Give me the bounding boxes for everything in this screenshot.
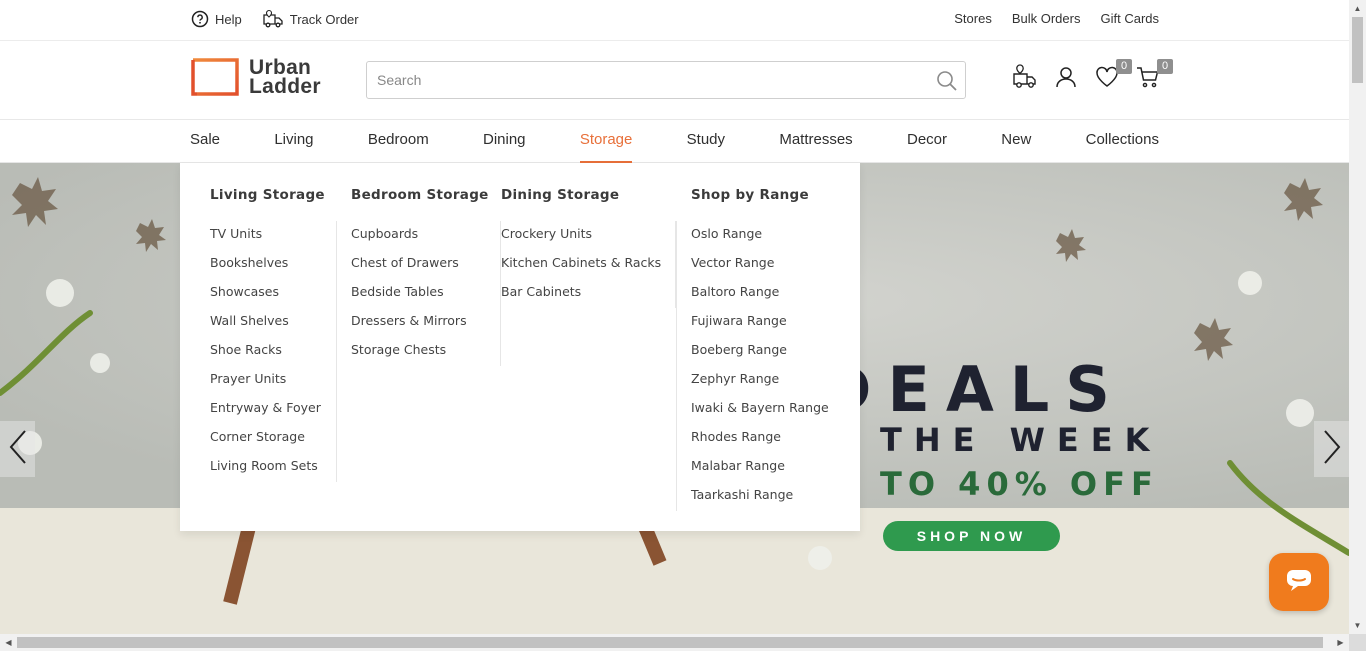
track-order-header-button[interactable] xyxy=(1011,63,1039,96)
shop-now-button[interactable]: SHOP NOW xyxy=(883,521,1060,551)
menu-list-shop-by-range: Oslo Range Vector Range Baltoro Range Fu… xyxy=(676,221,836,511)
menu-item[interactable]: Bar Cabinets xyxy=(501,279,661,308)
menu-item[interactable]: TV Units xyxy=(210,221,322,250)
menu-item[interactable]: Bookshelves xyxy=(210,250,322,279)
chat-widget-button[interactable] xyxy=(1269,553,1329,611)
menu-heading-shop-by-range[interactable]: Shop by Range xyxy=(691,187,809,203)
menu-item[interactable]: Showcases xyxy=(210,279,322,308)
help-label: Help xyxy=(215,11,242,27)
nav-item-bedroom[interactable]: Bedroom xyxy=(368,120,429,163)
page: Help Track Order Stores Bulk Orders Gift… xyxy=(0,0,1349,634)
menu-item[interactable]: Entryway & Foyer xyxy=(210,395,322,424)
user-profile-icon xyxy=(1054,65,1078,94)
horizontal-scroll-thumb[interactable] xyxy=(17,637,1323,648)
menu-item[interactable]: Oslo Range xyxy=(691,221,822,250)
vertical-scrollbar[interactable]: ▲ ▼ xyxy=(1349,0,1366,634)
logo-mark-icon xyxy=(191,58,239,96)
menu-heading-living-storage[interactable]: Living Storage xyxy=(210,187,325,203)
track-order-label: Track Order xyxy=(289,11,359,27)
menu-item[interactable]: Bedside Tables xyxy=(351,279,486,308)
help-link[interactable]: Help xyxy=(191,10,242,28)
cart-button[interactable]: 0 xyxy=(1135,59,1173,93)
hero-headline-deals: DEALS xyxy=(820,353,1126,426)
vertical-scroll-thumb[interactable] xyxy=(1352,17,1363,83)
nav-item-dining[interactable]: Dining xyxy=(483,120,526,163)
top-utility-bar: Help Track Order Stores Bulk Orders Gift… xyxy=(0,0,1349,41)
search-icon[interactable] xyxy=(935,69,959,98)
menu-list-bedroom-storage: Cupboards Chest of Drawers Bedside Table… xyxy=(351,221,501,366)
carousel-prev-button[interactable] xyxy=(0,421,35,477)
menu-item[interactable]: Boeberg Range xyxy=(691,337,822,366)
nav-item-mattresses[interactable]: Mattresses xyxy=(779,120,852,163)
nav-item-study[interactable]: Study xyxy=(687,120,725,163)
wishlist-button[interactable]: 0 xyxy=(1094,59,1132,93)
main-header: Urban Ladder Search 0 0 xyxy=(0,41,1349,120)
nav-item-decor[interactable]: Decor xyxy=(907,120,947,163)
header-icons: 0 0 xyxy=(1011,59,1173,96)
scroll-left-arrow-icon[interactable]: ◀ xyxy=(0,634,17,651)
search-box xyxy=(366,61,966,99)
hero-headline-week: THE WEEK xyxy=(880,421,1162,459)
menu-item[interactable]: Chest of Drawers xyxy=(351,250,486,279)
menu-item[interactable]: Fujiwara Range xyxy=(691,308,822,337)
logo-line-2: Ladder xyxy=(249,75,321,98)
chevron-right-icon xyxy=(1322,429,1342,470)
chat-bubble-icon xyxy=(1285,568,1313,597)
bulk-orders-link[interactable]: Bulk Orders xyxy=(1012,11,1081,26)
logo-wordmark: Urban Ladder xyxy=(249,57,321,98)
nav-item-storage[interactable]: Storage xyxy=(579,120,632,163)
menu-item[interactable]: Prayer Units xyxy=(210,366,322,395)
site-logo[interactable]: Urban Ladder xyxy=(191,57,321,98)
delivery-truck-icon xyxy=(262,9,284,29)
nav-item-collections[interactable]: Collections xyxy=(1086,120,1159,163)
nav-item-living[interactable]: Living xyxy=(274,120,313,163)
menu-heading-dining-storage[interactable]: Dining Storage xyxy=(501,187,619,203)
nav-item-new[interactable]: New xyxy=(1001,120,1031,163)
menu-item[interactable]: Zephyr Range xyxy=(691,366,822,395)
scroll-up-arrow-icon[interactable]: ▲ xyxy=(1349,0,1366,17)
chevron-left-icon xyxy=(8,429,28,470)
track-order-link[interactable]: Track Order xyxy=(262,9,359,29)
scrollbar-corner xyxy=(1349,634,1366,651)
delivery-truck-icon xyxy=(1011,63,1039,96)
menu-item[interactable]: Living Room Sets xyxy=(210,453,322,482)
menu-item[interactable]: Taarkashi Range xyxy=(691,482,822,511)
category-nav: Sale Living Bedroom Dining Storage Study… xyxy=(0,120,1349,163)
scroll-right-arrow-icon[interactable]: ▶ xyxy=(1332,634,1349,651)
account-button[interactable] xyxy=(1053,65,1079,93)
menu-item[interactable]: Corner Storage xyxy=(210,424,322,453)
menu-item[interactable]: Baltoro Range xyxy=(691,279,822,308)
menu-item[interactable]: Shoe Racks xyxy=(210,337,322,366)
menu-list-living-storage: TV Units Bookshelves Showcases Wall Shel… xyxy=(210,221,337,482)
hero-discount-text: TO 40% OFF xyxy=(880,465,1159,503)
help-circle-icon xyxy=(191,10,209,28)
menu-heading-bedroom-storage[interactable]: Bedroom Storage xyxy=(351,187,489,203)
horizontal-scrollbar[interactable]: ◀ ▶ xyxy=(0,634,1349,651)
nav-item-sale[interactable]: Sale xyxy=(190,120,220,163)
menu-item[interactable]: Kitchen Cabinets & Racks xyxy=(501,250,661,279)
gift-cards-link[interactable]: Gift Cards xyxy=(1100,11,1159,26)
menu-item[interactable]: Dressers & Mirrors xyxy=(351,308,486,337)
storage-mega-menu: Living Storage TV Units Bookshelves Show… xyxy=(180,163,860,531)
cart-count-badge: 0 xyxy=(1157,59,1173,74)
wishlist-count-badge: 0 xyxy=(1116,59,1132,74)
menu-item[interactable]: Iwaki & Bayern Range xyxy=(691,395,829,424)
menu-item[interactable]: Crockery Units xyxy=(501,221,661,250)
top-left-links: Help Track Order xyxy=(191,9,359,29)
menu-list-dining-storage: Crockery Units Kitchen Cabinets & Racks … xyxy=(501,221,676,308)
menu-item[interactable]: Wall Shelves xyxy=(210,308,322,337)
menu-item[interactable]: Cupboards xyxy=(351,221,486,250)
search-input[interactable] xyxy=(367,62,907,98)
menu-item[interactable]: Malabar Range xyxy=(691,453,822,482)
stores-link[interactable]: Stores xyxy=(954,11,992,26)
menu-item[interactable]: Storage Chests xyxy=(351,337,486,366)
carousel-next-button[interactable] xyxy=(1314,421,1349,477)
top-right-links: Stores Bulk Orders Gift Cards xyxy=(954,11,1159,26)
menu-item[interactable]: Rhodes Range xyxy=(691,424,822,453)
scroll-down-arrow-icon[interactable]: ▼ xyxy=(1349,617,1366,634)
menu-item[interactable]: Vector Range xyxy=(691,250,822,279)
